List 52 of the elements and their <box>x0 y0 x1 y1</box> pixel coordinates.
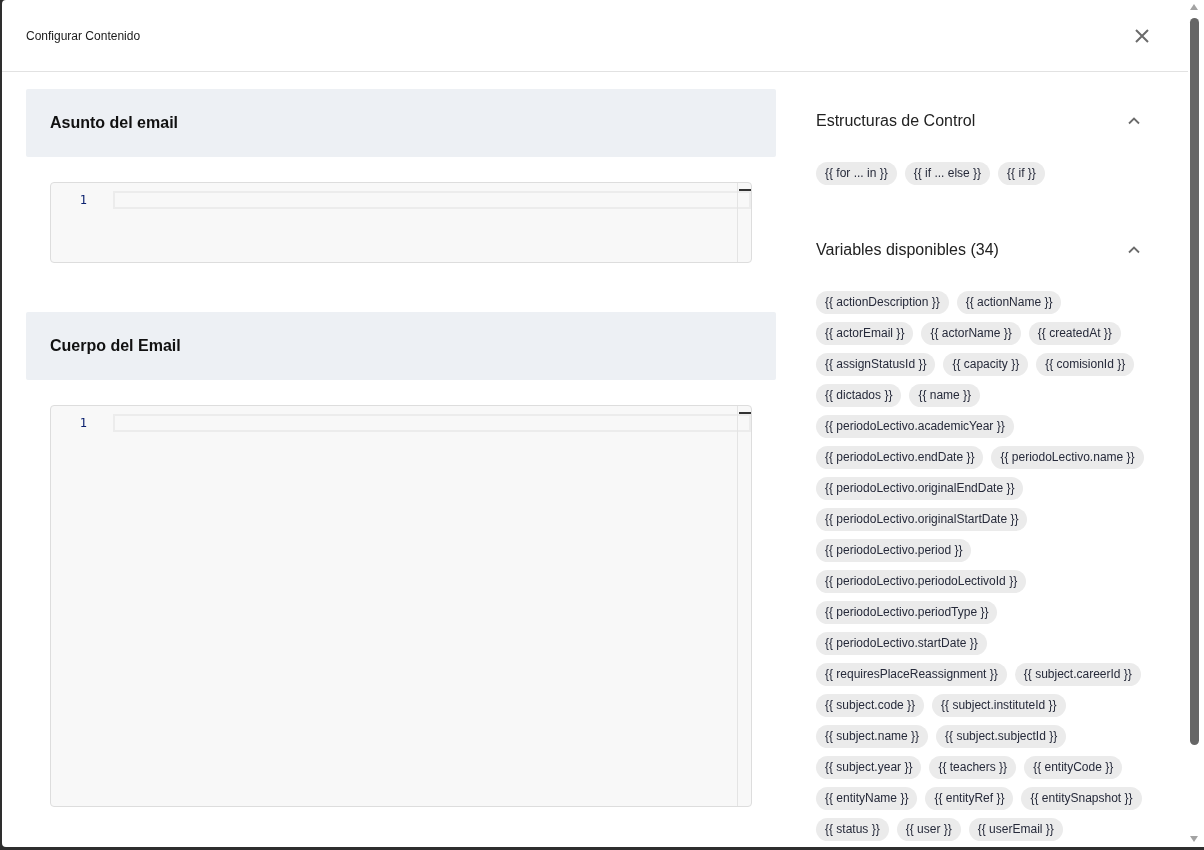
template-chip[interactable]: {{ subject.careerId }} <box>1014 663 1141 686</box>
panel-title: Variables disponibles (34) <box>816 241 999 259</box>
close-icon <box>1135 28 1149 43</box>
dash-icon <box>739 412 751 414</box>
line-number: 1 <box>78 415 88 432</box>
template-chip[interactable]: {{ entitySnapshot }} <box>1021 787 1142 810</box>
code-editor[interactable]: 1 <box>50 405 752 807</box>
template-chip[interactable]: {{ periodoLectivo.periodoLectivoId }} <box>816 570 1027 593</box>
template-chip[interactable]: {{ subject.code }} <box>816 694 925 717</box>
scrollbar-thumb[interactable] <box>1189 18 1199 745</box>
template-chip[interactable]: {{ requiresPlaceReassignment }} <box>816 663 1007 686</box>
template-chip[interactable]: {{ actorName }} <box>921 322 1021 345</box>
template-chip[interactable]: {{ assignStatusId }} <box>816 353 936 376</box>
template-chip[interactable]: {{ status }} <box>816 818 889 841</box>
triangle-up-icon <box>1190 4 1198 10</box>
template-chip[interactable]: {{ for ... in }} <box>816 162 897 185</box>
template-chip[interactable]: {{ user }} <box>896 818 961 841</box>
code-editor[interactable]: 1 <box>50 182 752 263</box>
template-chip[interactable]: {{ name }} <box>909 384 981 407</box>
section-heading: Asunto del email <box>26 89 776 157</box>
template-chip[interactable]: {{ periodoLectivo.endDate }} <box>816 446 984 469</box>
template-chip[interactable]: {{ subject.year }} <box>816 756 922 779</box>
template-chip[interactable]: {{ periodoLectivo.academicYear }} <box>816 415 1014 438</box>
template-chip[interactable]: {{ entityCode }} <box>1024 756 1123 779</box>
template-chip[interactable]: {{ teachers }} <box>929 756 1017 779</box>
template-chip[interactable]: {{ periodoLectivo.periodType }} <box>816 601 998 624</box>
template-chip[interactable]: {{ subject.subjectId }} <box>936 725 1067 748</box>
template-chip[interactable]: {{ entityRef }} <box>925 787 1014 810</box>
template-chip[interactable]: {{ subject.instituteId }} <box>932 694 1066 717</box>
triangle-down-icon <box>1190 836 1198 842</box>
template-chip[interactable]: {{ createdAt }} <box>1028 322 1121 345</box>
template-chip[interactable]: {{ comisionId }} <box>1036 353 1135 376</box>
template-chip[interactable]: {{ dictados }} <box>816 384 902 407</box>
template-chip[interactable]: {{ actionDescription }} <box>816 291 949 314</box>
template-chip[interactable]: {{ periodoLectivo.period }} <box>816 539 972 562</box>
dialog-title: Configurar Contenido <box>26 28 141 43</box>
panel-title: Estructuras de Control <box>816 112 976 130</box>
template-chip[interactable]: {{ actorEmail }} <box>816 322 914 345</box>
section-heading: Cuerpo del Email <box>26 312 776 380</box>
template-chip[interactable]: {{ periodoLectivo.startDate }} <box>816 632 987 655</box>
template-chip[interactable]: {{ userEmail }} <box>968 818 1063 841</box>
template-chip[interactable]: {{ entityName }} <box>816 787 918 810</box>
template-chip[interactable]: {{ subject.name }} <box>816 725 929 748</box>
template-chip[interactable]: {{ capacity }} <box>943 353 1029 376</box>
dash-icon <box>739 189 751 191</box>
template-chip[interactable]: {{ if ... else }} <box>904 162 991 185</box>
template-chip[interactable]: {{ if }} <box>998 162 1045 185</box>
line-number: 1 <box>78 192 88 209</box>
template-chip[interactable]: {{ periodoLectivo.originalStartDate }} <box>816 508 1028 531</box>
template-chip[interactable]: {{ actionName }} <box>956 291 1062 314</box>
template-chip[interactable]: {{ periodoLectivo.name }} <box>991 446 1144 469</box>
template-chip[interactable]: {{ periodoLectivo.originalEndDate }} <box>816 477 1024 500</box>
